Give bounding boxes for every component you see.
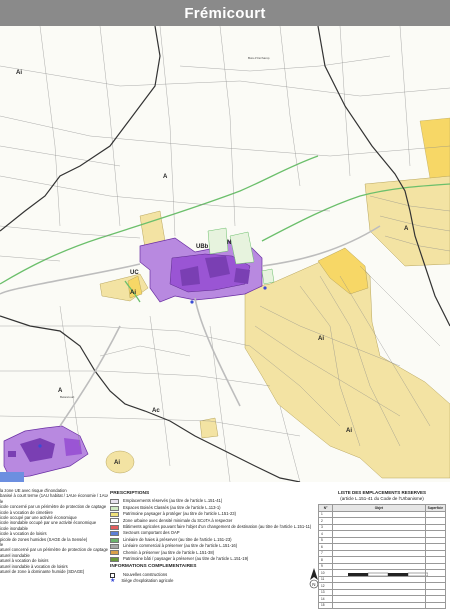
- reserved-list-subtitle: (article L.151-41 du Code de l'Urbanisme…: [340, 495, 424, 501]
- legend-swatch: [110, 499, 119, 505]
- table-cell: [424, 601, 447, 609]
- legend-item: ★ Siège d'exploitation agricole: [110, 578, 320, 584]
- zoning-legend-item: aturel de zone à dominante humide (SDAGE…: [0, 569, 85, 575]
- agricultural-seat-icon: [190, 300, 194, 304]
- reserved-locations-list: LISTE DES EMPLACEMENTS RESERVES (article…: [317, 490, 447, 609]
- legend-swatch: [110, 550, 119, 556]
- legend-swatch: [110, 505, 119, 511]
- agricultural-seat-icon: [263, 286, 267, 290]
- zone-label: A: [163, 174, 168, 180]
- zone-label: Ai: [114, 460, 120, 466]
- zone-label: A: [404, 226, 409, 232]
- zone-label: Ai: [346, 428, 352, 434]
- zone-label: UC: [130, 270, 139, 276]
- agricultural-seat-icon: [38, 444, 42, 448]
- table-row: 15: [317, 601, 447, 609]
- prescriptions-legend: PRESCRIPTIONS Emplacements réservés (au …: [110, 490, 320, 585]
- place-label: Bois d'Inrchamp: [248, 56, 270, 60]
- zone-label: Ai: [130, 290, 136, 296]
- prescriptions-heading: PRESCRIPTIONS: [110, 491, 150, 496]
- zoning-legend-item: banisé à court terme (1AU habitat / 1AUe…: [0, 493, 108, 499]
- zone-label: UBb: [196, 244, 209, 250]
- zoning-map[interactable]: Ai A A Ac N UC UBb Ai A Ai Ai Ai Bois d'…: [0, 26, 450, 482]
- star-icon: ★: [110, 578, 116, 585]
- zone-label: Ai: [16, 70, 22, 76]
- map-legend: la zone UE avec risque d'inondation bani…: [0, 482, 450, 609]
- map-title: Frémicourt: [0, 0, 450, 26]
- zone-label: A: [58, 388, 63, 394]
- table-cell: [332, 601, 426, 609]
- zoning-legend-item: icole concerné par un périmètre de prote…: [0, 504, 107, 510]
- legend-swatch: [110, 556, 119, 562]
- new-construction-icon: [110, 572, 115, 578]
- place-label: Belancourt: [60, 395, 75, 399]
- reserved-locations-table: N° Objet Superficie 1 2 3 4 5 6 7 8 9 10 11 12 13 14 1…: [317, 504, 447, 609]
- legend-item-label: Siège d'exploitation agricole: [121, 578, 174, 584]
- legend-item-label: Patrimoine bâti / paysager à préserver (…: [123, 556, 249, 562]
- zone-label: Ac: [152, 408, 160, 414]
- legend-swatch: [110, 511, 119, 517]
- legend-swatch: [110, 537, 119, 543]
- zoning-legend: la zone UE avec risque d'inondation bani…: [0, 488, 108, 575]
- legend-swatch: [110, 518, 119, 524]
- legend-swatch: [110, 531, 119, 537]
- legend-swatch: [110, 524, 119, 530]
- zone-label: N: [227, 240, 231, 246]
- svg-text:N: N: [312, 582, 315, 587]
- zone-label: Ai: [318, 336, 324, 342]
- legend-swatch: [110, 543, 119, 549]
- complementary-heading: INFORMATIONS COMPLEMENTAIRES: [110, 564, 197, 570]
- table-cell: 15: [317, 601, 334, 609]
- legend-item: Patrimoine bâti / paysager à préserver (…: [110, 556, 320, 562]
